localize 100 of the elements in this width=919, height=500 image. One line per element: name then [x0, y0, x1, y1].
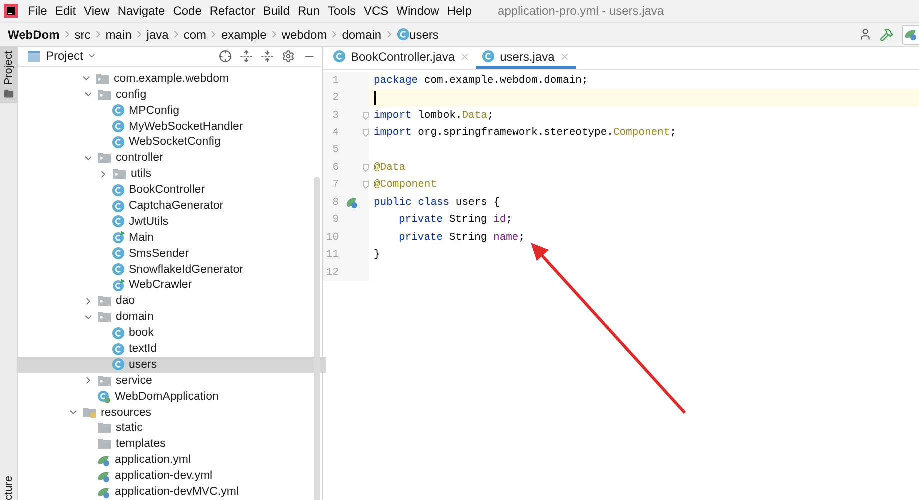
tree-item[interactable]: com.example.webdom	[18, 70, 326, 87]
run-configuration-dropdown[interactable]	[902, 24, 919, 44]
class-icon	[112, 104, 125, 118]
tree-item[interactable]: dao	[18, 293, 326, 310]
line-number: 11	[325, 249, 339, 262]
class-icon	[112, 358, 125, 372]
menu-item[interactable]: Run	[294, 4, 324, 18]
breadcrumb-item[interactable]: com	[184, 28, 206, 42]
tree-item[interactable]: application.yml	[18, 452, 326, 468]
line-number: 9	[332, 214, 339, 226]
tree-item[interactable]: BookController	[18, 182, 326, 198]
folder-icon	[97, 422, 112, 434]
runnable-class-icon	[112, 231, 125, 244]
class-icon	[112, 200, 125, 213]
code-text: @Data	[374, 162, 406, 174]
tree-item[interactable]: WebCrawler	[18, 278, 326, 294]
fold-marker-icon[interactable]	[363, 129, 369, 138]
code-text: import lombok.Data;	[374, 110, 494, 122]
tree-item[interactable]: application-dev.yml	[18, 468, 326, 484]
code-text: @Component	[374, 179, 438, 192]
class-icon	[112, 136, 125, 149]
line-number: 8	[332, 196, 339, 209]
tree-item[interactable]: service	[18, 372, 326, 389]
user-icon[interactable]	[859, 28, 872, 41]
tree-item[interactable]: utils	[18, 166, 326, 182]
spring-leaf-icon	[97, 470, 111, 483]
class-icon	[112, 263, 125, 276]
breadcrumb-item[interactable]: src	[74, 28, 91, 42]
runnable-class-icon	[112, 278, 125, 292]
tree-item[interactable]: CaptchaGenerator	[18, 198, 326, 214]
tree-item[interactable]: static	[18, 420, 326, 436]
breadcrumb-item[interactable]: domain	[342, 28, 382, 42]
package-folder-icon	[97, 311, 112, 324]
spring-leaf-icon	[97, 486, 111, 499]
class-icon	[112, 247, 125, 260]
line-number: 4	[332, 127, 339, 140]
tree-item[interactable]: WebSocketConfig	[18, 134, 326, 150]
class-icon	[112, 342, 125, 356]
menu-item[interactable]: Navigate	[114, 4, 170, 18]
menu-item[interactable]: View	[80, 4, 114, 18]
menu-item[interactable]: File	[24, 4, 52, 18]
hammer-icon[interactable]	[880, 28, 894, 42]
breadcrumb-item[interactable]: java	[146, 28, 169, 42]
menu-item[interactable]: Tools	[324, 4, 360, 18]
tree-item[interactable]: config	[18, 86, 326, 103]
code-text: private String id;	[399, 214, 512, 226]
fold-marker-icon[interactable]	[363, 164, 369, 172]
package-folder-icon	[97, 295, 112, 308]
project-view-icon	[28, 50, 40, 62]
settings-icon[interactable]	[282, 50, 295, 63]
package-folder-icon	[97, 374, 112, 387]
class-icon	[112, 326, 125, 340]
scrollbar-thumb[interactable]	[314, 177, 320, 500]
menu-item[interactable]: Code	[169, 4, 206, 18]
menu-item[interactable]: Edit	[51, 4, 80, 18]
tree-item[interactable]: resources	[18, 404, 326, 421]
tree-item[interactable]: templates	[18, 436, 326, 452]
tree-item[interactable]: MPConfig	[18, 102, 326, 119]
tree-item[interactable]: SmsSender	[18, 246, 326, 262]
menu-item[interactable]: Window	[392, 4, 444, 18]
tree-item[interactable]: users	[18, 356, 326, 373]
folder-icon	[4, 89, 14, 100]
line-number: 12	[325, 266, 339, 279]
breadcrumb-item[interactable]: webdom	[282, 28, 328, 42]
tree-item[interactable]: controller	[18, 150, 326, 166]
editor-tab[interactable]: BookController.java	[327, 47, 476, 69]
tree-item[interactable]: textId	[18, 341, 326, 357]
app-logo-icon	[4, 4, 18, 18]
bean-icon[interactable]	[346, 196, 358, 209]
breadcrumb-item[interactable]: WebDom	[8, 28, 60, 42]
tree-item[interactable]: book	[18, 325, 326, 342]
breadcrumb-item[interactable]: users	[410, 28, 439, 42]
project-tool-button[interactable]: Project	[0, 47, 17, 104]
tree-item[interactable]: SnowflakeIdGenerator	[18, 262, 326, 278]
breadcrumb-item[interactable]: main	[106, 28, 132, 42]
fold-marker-icon[interactable]	[363, 181, 369, 190]
package-folder-icon	[97, 88, 112, 101]
code-text: import org.springframework.stereotype.Component;	[374, 127, 676, 140]
collapse-all-icon[interactable]	[261, 50, 274, 63]
tree-item[interactable]: domain	[18, 309, 326, 326]
tree-item[interactable]: application-devMVC.yml	[18, 484, 326, 500]
project-view-dropdown[interactable]: Project	[46, 49, 98, 64]
locate-icon[interactable]	[219, 50, 232, 63]
menu-item[interactable]: VCS	[360, 4, 393, 18]
structure-tool-button[interactable]: cture	[2, 476, 14, 500]
text-cursor	[374, 91, 376, 106]
fold-marker-icon[interactable]	[363, 112, 369, 120]
tree-item[interactable]: Main	[18, 230, 326, 246]
class-icon	[112, 215, 125, 228]
menu-item[interactable]: Build	[259, 4, 294, 18]
menu-item[interactable]: Refactor	[206, 4, 260, 18]
menu-item[interactable]: Help	[443, 4, 476, 18]
breadcrumb-item[interactable]: example	[221, 28, 267, 42]
tree-item[interactable]: WebDomApplication	[18, 388, 326, 405]
tree-item[interactable]: MyWebSocketHandler	[18, 118, 326, 135]
expand-all-icon[interactable]	[240, 50, 253, 63]
tree-item[interactable]: JwtUtils	[18, 214, 326, 230]
code-text: private String name;	[399, 232, 526, 244]
class-icon	[112, 184, 125, 197]
folder-icon	[97, 438, 112, 450]
